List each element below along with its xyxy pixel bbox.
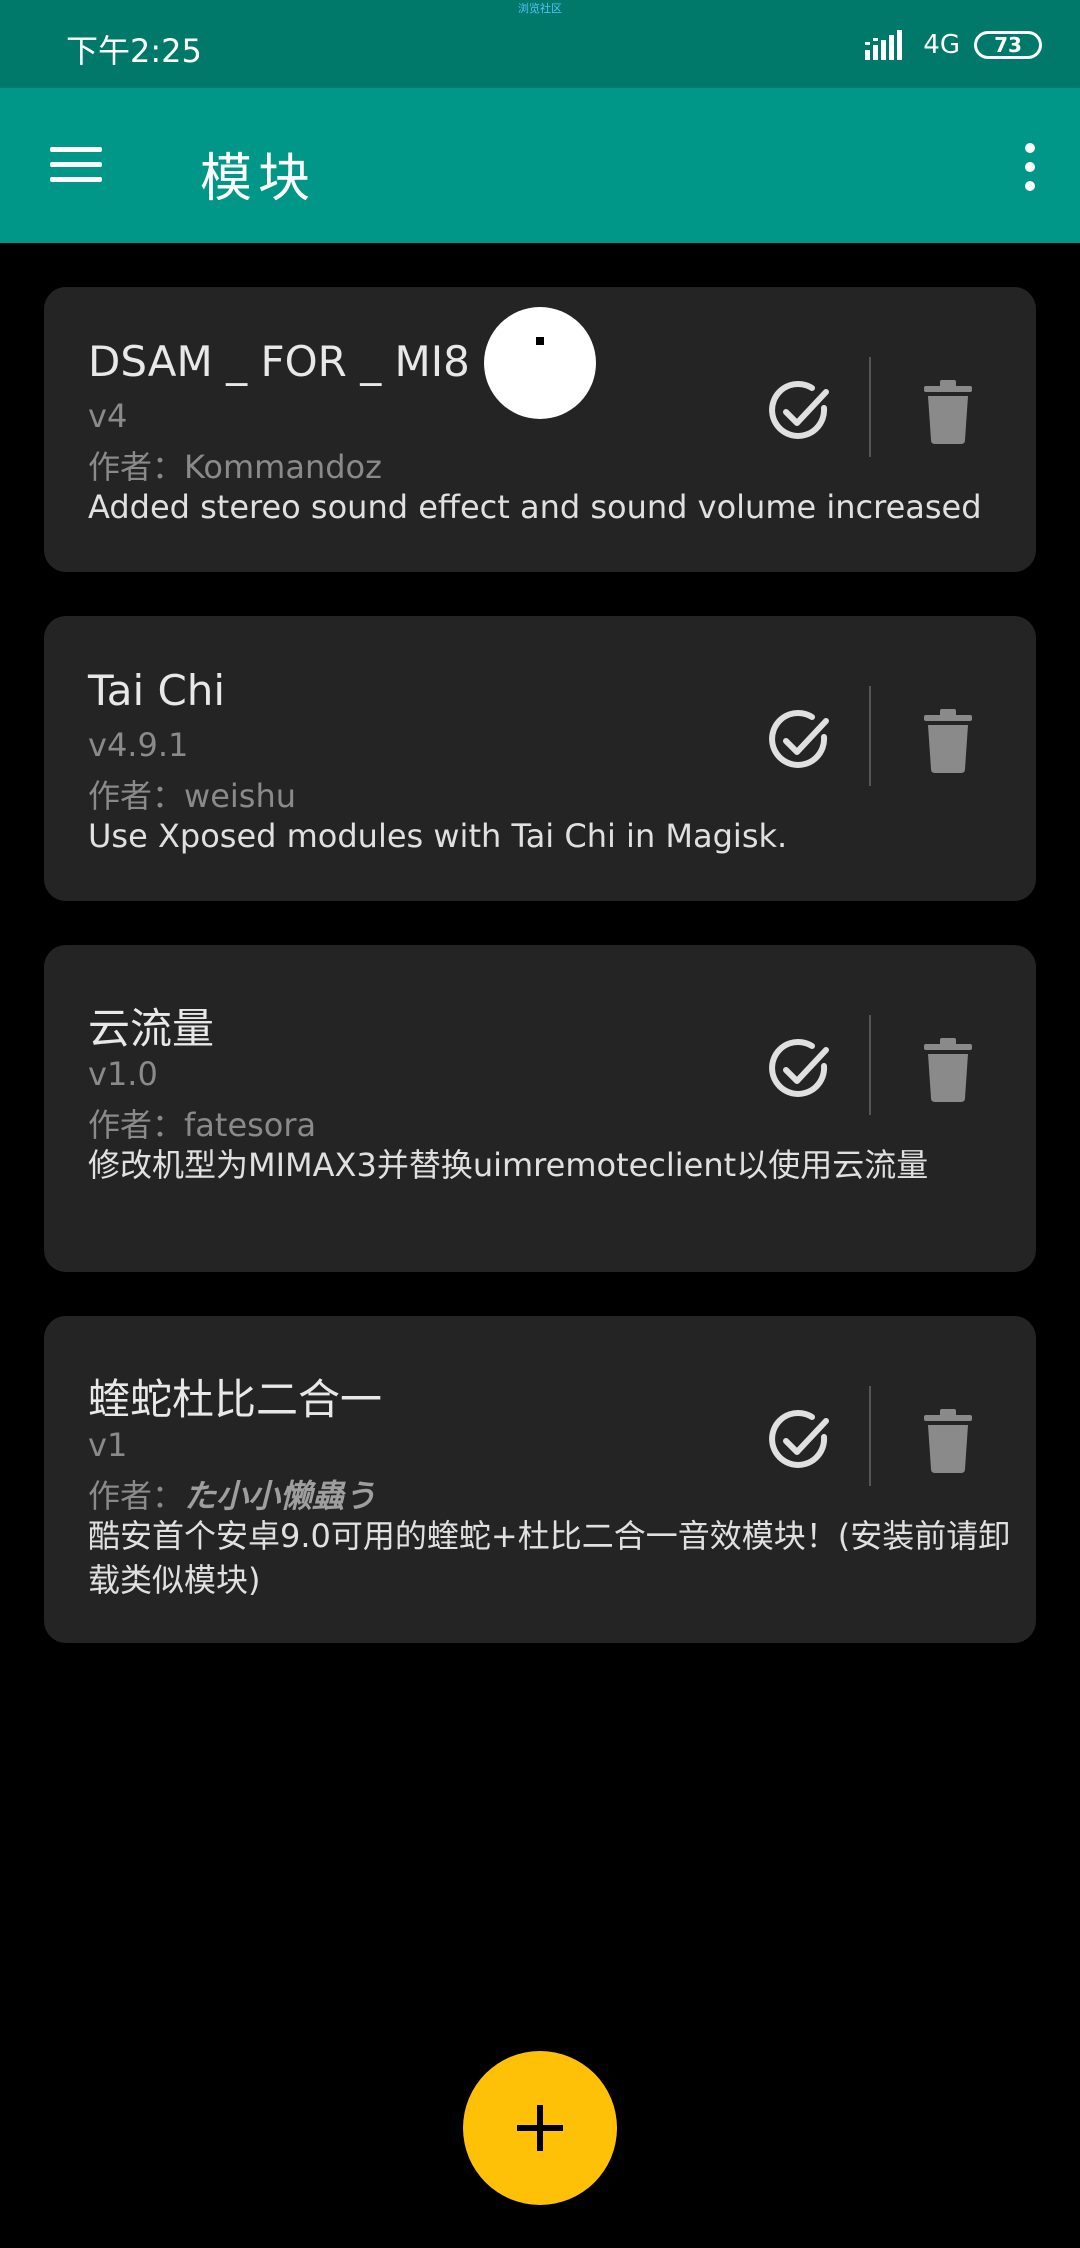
module-version: v1.0: [88, 1055, 158, 1093]
divider: [869, 686, 871, 786]
module-description: Added stereo sound effect and sound volu…: [88, 488, 982, 526]
app-toolbar: 模块: [0, 88, 1080, 243]
module-version: v4.9.1: [88, 726, 189, 764]
add-module-button[interactable]: [463, 2051, 617, 2205]
module-author: 作者：た小小懒蟲う: [88, 1471, 376, 1517]
status-indicators: 4G 73: [865, 30, 1042, 60]
status-bar: 浏览社区 下午2:25 4G 73: [0, 0, 1080, 88]
module-title: 蝰蛇杜比二合一: [88, 1375, 383, 1424]
more-options-icon[interactable]: [1020, 142, 1040, 192]
divider: [869, 1386, 871, 1486]
delete-icon[interactable]: [920, 380, 976, 444]
enable-check-icon[interactable]: [766, 378, 834, 446]
enable-check-icon[interactable]: [766, 1036, 834, 1104]
battery-icon: 73: [974, 31, 1042, 59]
author-prefix: 作者：: [88, 777, 185, 815]
author-prefix: 作者：: [88, 1106, 185, 1144]
status-notice: 浏览社区: [518, 2, 562, 15]
delete-icon[interactable]: [920, 709, 976, 773]
page-title: 模块: [200, 149, 317, 209]
author-name: Kommandoz: [184, 448, 382, 486]
module-version: v4: [88, 397, 128, 435]
module-description: 酷安首个安卓9.0可用的蝰蛇+杜比二合一音效模块！(安装前请卸载类似模块): [88, 1517, 1011, 1599]
module-version: v1: [88, 1426, 128, 1464]
module-card[interactable]: 蝰蛇杜比二合一 v1 作者：た小小懒蟲う 酷安首个安卓9.0可用的蝰蛇+杜比二合…: [44, 1316, 1036, 1643]
touch-indicator: [484, 307, 596, 419]
enable-check-icon[interactable]: [766, 707, 834, 775]
author-prefix: 作者：: [88, 448, 185, 486]
module-author: 作者：fatesora: [88, 1100, 316, 1146]
module-card[interactable]: Tai Chi v4.9.1 作者：weishu Use Xposed modu…: [44, 616, 1036, 901]
menu-icon[interactable]: [50, 143, 106, 187]
author-name: た小小懒蟲う: [184, 1477, 377, 1515]
status-time: 下午2:25: [66, 32, 202, 70]
author-name: fatesora: [184, 1106, 317, 1144]
delete-icon[interactable]: [920, 1409, 976, 1473]
network-type: 4G: [923, 30, 960, 60]
module-description: 修改机型为MIMAX3并替换uimremoteclient以使用云流量: [88, 1146, 929, 1184]
module-title: 云流量: [88, 1004, 215, 1053]
enable-check-icon[interactable]: [766, 1407, 834, 1475]
divider: [869, 357, 871, 457]
author-name: weishu: [184, 777, 296, 815]
battery-level: 73: [994, 33, 1022, 57]
delete-icon[interactable]: [920, 1038, 976, 1102]
module-title: Tai Chi: [88, 666, 226, 715]
module-author: 作者：Kommandoz: [88, 442, 382, 488]
plus-icon: [517, 2105, 563, 2151]
signal-icon: [865, 30, 903, 60]
module-author: 作者：weishu: [88, 771, 296, 817]
author-prefix: 作者：: [88, 1477, 185, 1515]
module-title: DSAM _ FOR _ MI8: [88, 337, 470, 386]
module-description: Use Xposed modules with Tai Chi in Magis…: [88, 817, 788, 855]
divider: [869, 1015, 871, 1115]
module-card[interactable]: 云流量 v1.0 作者：fatesora 修改机型为MIMAX3并替换uimre…: [44, 945, 1036, 1272]
